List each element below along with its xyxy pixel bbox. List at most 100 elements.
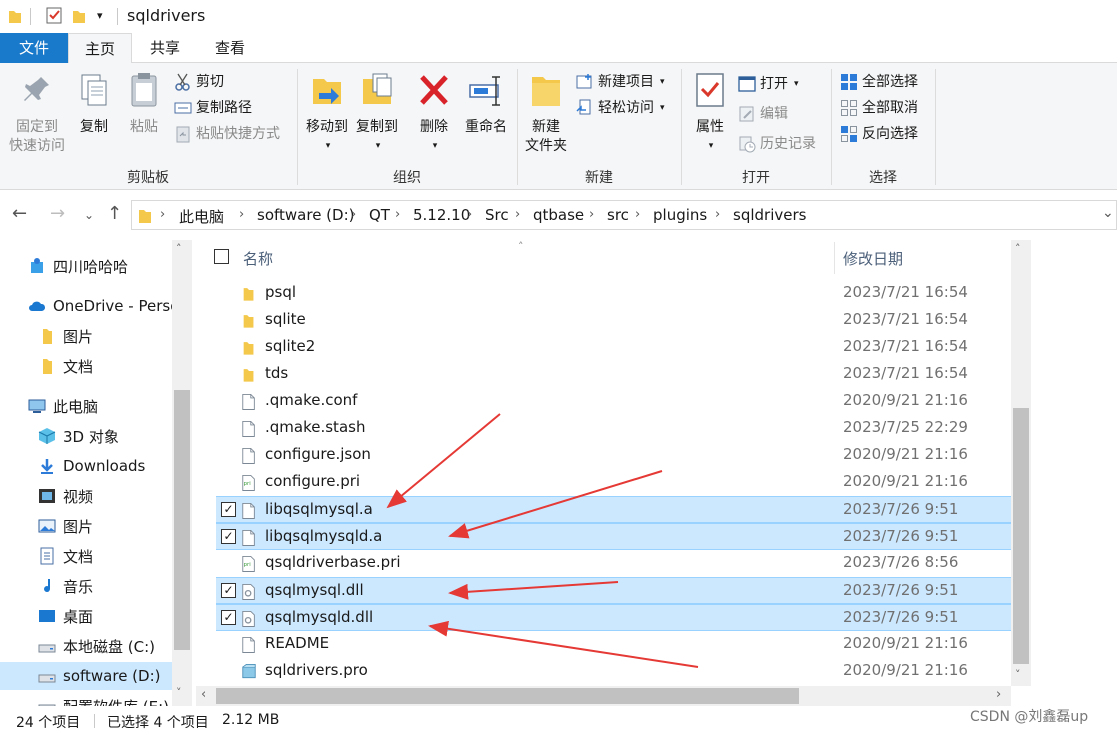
file-row[interactable]: pri configure.pri 2020/9/21 21:16 [216,469,1011,496]
sidebar-item[interactable]: 视频 [0,482,172,510]
breadcrumb-separator-icon[interactable]: › [515,207,520,222]
breadcrumb-item[interactable]: 5.12.10 [413,206,470,224]
new-item-button[interactable]: 新建项目 ▾ [576,71,665,93]
move-to-dropdown-icon[interactable]: ▾ [304,137,352,156]
sidebar-item[interactable]: 文档 [0,542,172,570]
breadcrumb-separator-icon[interactable]: › [467,207,472,222]
properties-button[interactable]: 属性 ▾ [686,71,734,156]
move-to-button[interactable]: 移动到 ▾ [302,71,352,156]
file-row[interactable]: ✓ libqsqlmysqld.a 2023/7/26 9:51 [216,523,1011,550]
breadcrumb-item[interactable]: Src [485,206,509,224]
sidebar-item[interactable]: software (D:) [0,662,172,690]
sidebar-item[interactable]: OneDrive - Perso [0,292,172,320]
column-header-name[interactable]: 名称 [243,248,273,269]
breadcrumb-separator-icon[interactable]: › [351,207,356,222]
sidebar-item[interactable]: Downloads [0,452,172,480]
breadcrumb-separator-icon[interactable]: › [635,207,640,222]
row-checkbox-checked[interactable]: ✓ [221,610,236,625]
file-row[interactable]: pri qsqldriverbase.pri 2023/7/26 8:56 [216,550,1011,577]
breadcrumb-item[interactable]: src [607,206,629,224]
easy-access-button[interactable]: 轻松访问 ▾ [576,97,665,119]
new-folder-button[interactable]: 新建 文件夹 [520,71,572,156]
breadcrumb-item[interactable]: plugins [653,206,707,224]
column-header-modified[interactable]: 修改日期 [843,248,903,269]
sidebar-item[interactable]: 图片 [0,512,172,540]
file-row[interactable]: sqldrivers.pro 2020/9/21 21:16 [216,658,1011,685]
scroll-up-icon[interactable]: ˄ [1015,242,1021,255]
file-row[interactable]: .qmake.conf 2020/9/21 21:16 [216,388,1011,415]
address-history-chevron-icon[interactable]: ⌄ [1102,205,1114,221]
file-row[interactable]: ✓ qsqlmysql.dll 2023/7/26 9:51 [216,577,1011,604]
history-button[interactable]: 历史记录 [738,133,816,155]
file-row[interactable]: configure.json 2020/9/21 21:16 [216,442,1011,469]
edit-button[interactable]: 编辑 [738,103,788,125]
row-checkbox-checked[interactable]: ✓ [221,583,236,598]
tab-file[interactable]: 文件 [0,33,68,63]
sidebar-item[interactable]: 文档 [0,352,172,380]
pin-quick-access-button[interactable]: 固定到 快速访问 [4,71,70,156]
scroll-down-icon[interactable]: ˅ [176,686,182,699]
recent-locations-chevron-icon[interactable]: ⌄ [84,208,94,222]
file-row[interactable]: README 2020/9/21 21:16 [216,631,1011,658]
invert-selection-button[interactable]: 反向选择 [840,123,918,145]
copy-to-button[interactable]: 复制到 ▾ [352,71,402,156]
sidebar-item[interactable]: 音乐 [0,572,172,600]
file-row[interactable]: ✓ qsqlmysqld.dll 2023/7/26 9:51 [216,604,1011,631]
paste-button[interactable]: 粘贴 [122,71,166,137]
sidebar-item[interactable]: 四川哈哈哈 [0,252,172,280]
breadcrumb-item[interactable]: sqldrivers [733,206,806,224]
tab-home[interactable]: 主页 [68,33,132,64]
row-checkbox-checked[interactable]: ✓ [221,529,236,544]
copy-path-button[interactable]: 复制路径 [174,97,252,119]
cut-button[interactable]: 剪切 [174,71,224,93]
breadcrumb-separator-icon[interactable]: › [589,207,594,222]
scroll-down-icon[interactable]: ˅ [1015,668,1021,681]
file-row[interactable]: psql 2023/7/21 16:54 [216,280,1011,307]
open-dropdown-icon[interactable]: ▾ [794,73,799,95]
forward-arrow-icon[interactable]: → [50,203,65,224]
back-arrow-icon[interactable]: ← [12,203,27,224]
breadcrumb-item[interactable]: 此电脑 [179,206,224,227]
breadcrumb-separator-icon[interactable]: › [160,207,165,222]
quick-access-dropdown-icon[interactable]: ▾ [97,9,103,22]
file-row[interactable]: sqlite 2023/7/21 16:54 [216,307,1011,334]
vertical-scroll-thumb[interactable] [1013,408,1029,664]
paste-shortcut-button[interactable]: 粘贴快捷方式 [174,123,280,145]
breadcrumb-separator-icon[interactable]: › [239,207,244,222]
scroll-left-icon[interactable]: ‹ [201,687,206,702]
address-bar[interactable]: › 此电脑 › software (D:) › QT › 5.12.10 › Src › qtbas… [131,200,1117,230]
properties-dropdown-icon[interactable]: ▾ [688,137,734,156]
sidebar-scroll-thumb[interactable] [174,390,190,650]
breadcrumb-separator-icon[interactable]: › [395,207,400,222]
file-row[interactable]: sqlite2 2023/7/21 16:54 [216,334,1011,361]
row-checkbox-checked[interactable]: ✓ [221,502,236,517]
select-all-checkbox[interactable] [214,249,229,264]
sidebar-item[interactable]: 桌面 [0,602,172,630]
open-button[interactable]: 打开 ▾ [738,73,799,95]
sidebar-item[interactable]: 本地磁盘 (C:) [0,632,172,660]
scroll-right-icon[interactable]: › [996,687,1001,702]
delete-dropdown-icon[interactable]: ▾ [414,137,456,156]
file-row[interactable]: tds 2023/7/21 16:54 [216,361,1011,388]
sidebar-scrollbar[interactable]: ˄ ˅ [172,240,192,706]
copy-to-dropdown-icon[interactable]: ▾ [354,137,402,156]
tab-share[interactable]: 共享 [136,33,194,63]
breadcrumb-item[interactable]: qtbase [533,206,584,224]
sidebar-item[interactable]: 3D 对象 [0,422,172,450]
horizontal-scroll-thumb[interactable] [216,688,799,704]
breadcrumb-separator-icon[interactable]: › [715,207,720,222]
column-divider[interactable] [834,242,835,274]
breadcrumb-item[interactable]: software (D:) [257,206,355,224]
tab-view[interactable]: 查看 [200,33,260,63]
rename-button[interactable]: 重命名 [458,71,514,137]
scroll-up-icon[interactable]: ˄ [176,242,182,255]
select-all-button[interactable]: 全部选择 [840,71,918,93]
up-arrow-icon[interactable]: ↑ [107,203,122,224]
new-item-dropdown-icon[interactable]: ▾ [660,71,665,93]
file-row[interactable]: .qmake.stash 2023/7/25 22:29 [216,415,1011,442]
copy-button[interactable]: 复制 [72,71,116,137]
file-row[interactable]: ✓ libqsqlmysql.a 2023/7/26 9:51 [216,496,1011,523]
select-none-button[interactable]: 全部取消 [840,97,918,119]
new-folder-icon[interactable] [72,8,86,24]
delete-button[interactable]: 删除 ▾ [412,71,456,156]
